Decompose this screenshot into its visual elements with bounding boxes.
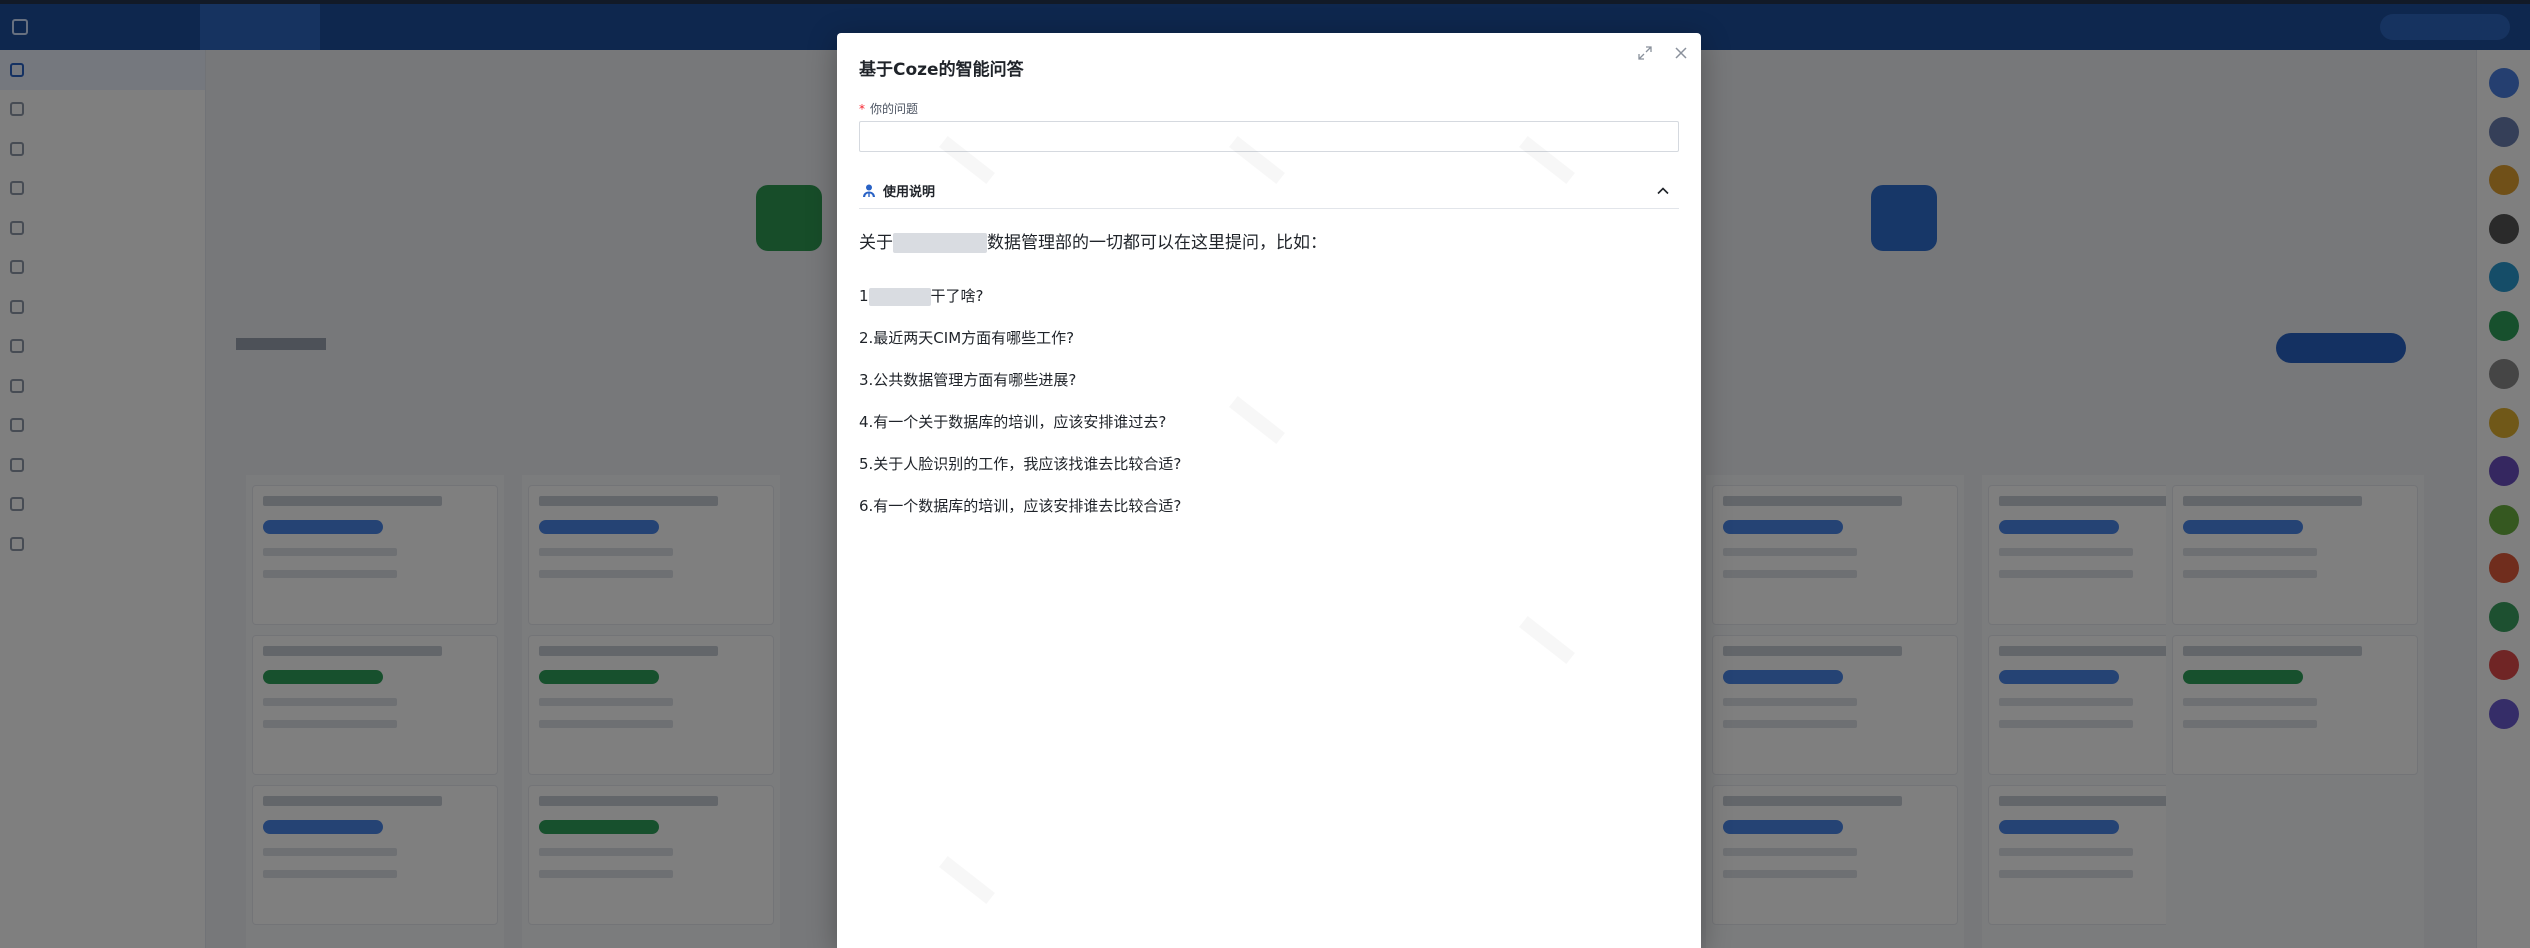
redacted-text <box>893 233 987 253</box>
expand-button[interactable] <box>1631 39 1659 67</box>
dialog-title: 基于Coze的智能问答 <box>859 60 1024 80</box>
usage-collapse-header[interactable]: 使用说明 <box>859 173 1679 209</box>
redacted-text <box>868 287 931 306</box>
example-question: 2.最近两天CIM方面有哪些工作? <box>859 329 1075 347</box>
example-question: 4.有一个关于数据库的培训，应该安排谁过去? <box>859 413 1167 431</box>
example-prefix: 1 <box>859 287 869 305</box>
usage-section-label: 使用说明 <box>883 185 936 200</box>
question-label: * 你的问题 <box>859 100 918 117</box>
example-question: 6.有一个数据库的培训，应该安排谁去比较合适? <box>859 497 1182 515</box>
example-question: 1 干了啥? <box>859 285 984 307</box>
watermark <box>1229 396 1285 444</box>
coze-qa-dialog: 基于Coze的智能问答 * 你的问题 使用说明 关于 数据管理部的一切都可以在这里提… <box>837 33 1701 948</box>
question-input[interactable] <box>859 121 1679 152</box>
watermark <box>939 856 995 904</box>
question-label-text: 你的问题 <box>870 102 919 116</box>
close-icon <box>1675 47 1687 59</box>
example-question: 5.关于人脸识别的工作，我应该找谁去比较合适? <box>859 455 1182 473</box>
people-icon <box>863 184 875 197</box>
chevron-up-icon <box>1657 186 1669 194</box>
close-button[interactable] <box>1667 39 1695 67</box>
usage-intro-prefix: 关于 <box>859 233 893 253</box>
usage-intro-suffix: 数据管理部的一切都可以在这里提问，比如： <box>987 233 1327 253</box>
required-mark: * <box>859 102 865 116</box>
example-question: 3.公共数据管理方面有哪些进展? <box>859 371 1077 389</box>
example-text: 干了啥? <box>930 287 984 305</box>
usage-intro: 关于 数据管理部的一切都可以在这里提问，比如： <box>859 229 1679 257</box>
usage-content: 关于 数据管理部的一切都可以在这里提问，比如： 1 干了啥? 2.最近两天CIM方面… <box>859 229 1679 515</box>
expand-icon <box>1638 46 1652 60</box>
watermark <box>1519 616 1575 664</box>
